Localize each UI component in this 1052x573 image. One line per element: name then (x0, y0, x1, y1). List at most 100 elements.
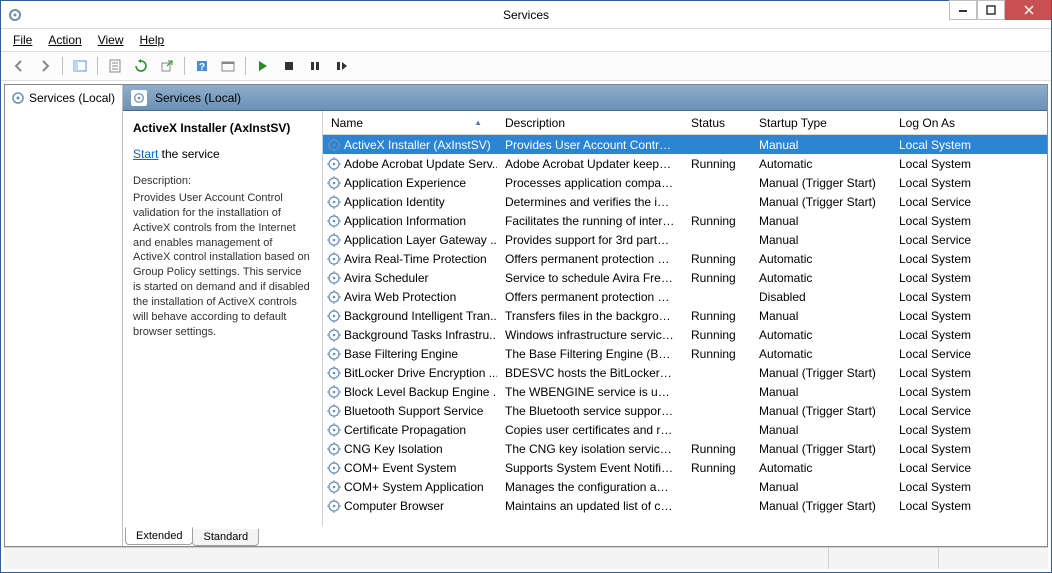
export-button[interactable] (155, 54, 179, 78)
service-row[interactable]: Bluetooth Support ServiceThe Bluetooth s… (323, 401, 1047, 420)
properties-button[interactable] (103, 54, 127, 78)
service-startup-type: Manual (751, 423, 891, 437)
service-description: Supports System Event Notificat... (497, 461, 683, 475)
service-row[interactable]: ActiveX Installer (AxInstSV)Provides Use… (323, 135, 1047, 154)
column-status[interactable]: Status (683, 111, 751, 134)
service-startup-type: Disabled (751, 290, 891, 304)
service-startup-type: Automatic (751, 347, 891, 361)
service-logon: Local System (891, 423, 1011, 437)
column-startup-type[interactable]: Startup Type (751, 111, 891, 134)
service-row[interactable]: Avira Web ProtectionOffers permanent pro… (323, 287, 1047, 306)
service-status: Running (683, 214, 751, 228)
service-row[interactable]: Block Level Backup Engine ...The WBENGIN… (323, 382, 1047, 401)
service-row[interactable]: Application InformationFacilitates the r… (323, 211, 1047, 230)
list-body[interactable]: ActiveX Installer (AxInstSV)Provides Use… (323, 135, 1047, 527)
service-status: Running (683, 442, 751, 456)
window-controls (949, 1, 1051, 28)
service-logon: Local System (891, 499, 1011, 513)
service-row[interactable]: Application ExperienceProcesses applicat… (323, 173, 1047, 192)
start-service-link[interactable]: Start (133, 147, 158, 161)
service-row[interactable]: Certificate Propagation Copies user certi… (323, 420, 1047, 439)
service-description: Windows infrastructure service t... (497, 328, 683, 342)
service-logon: Local Service (891, 195, 1011, 209)
service-startup-type: Manual (Trigger Start) (751, 499, 891, 513)
service-logon: Local System (891, 271, 1011, 285)
service-name: Certificate Propagation (344, 423, 466, 437)
service-description: Copies user certificates and root... (497, 423, 683, 437)
gear-icon (327, 214, 341, 228)
service-row[interactable]: Computer BrowserMaintains an updated lis… (323, 496, 1047, 515)
help-button[interactable]: ? (190, 54, 214, 78)
service-logon: Local System (891, 366, 1011, 380)
maximize-button[interactable] (977, 0, 1005, 20)
service-row[interactable]: Background Tasks Infrastru...Windows inf… (323, 325, 1047, 344)
menu-action[interactable]: Action (42, 31, 87, 49)
service-row[interactable]: COM+ System ApplicationManages the confi… (323, 477, 1047, 496)
service-name: Background Tasks Infrastru... (344, 328, 497, 342)
description-text: Provides User Account Control validation… (133, 191, 310, 339)
close-button[interactable] (1005, 0, 1051, 20)
service-logon: Local System (891, 157, 1011, 171)
service-row[interactable]: Application Layer Gateway ...Provides su… (323, 230, 1047, 249)
service-logon: Local System (891, 252, 1011, 266)
service-row[interactable]: BitLocker Drive Encryption ...BDESVC hos… (323, 363, 1047, 382)
tree-item-services-local[interactable]: Services (Local) (7, 89, 120, 107)
gear-icon (131, 90, 147, 106)
column-description[interactable]: Description (497, 111, 683, 134)
service-description: Provides support for 3rd party p... (497, 233, 683, 247)
service-name: COM+ Event System (344, 461, 456, 475)
service-name: Application Identity (344, 195, 445, 209)
tab-standard[interactable]: Standard (192, 529, 259, 546)
pause-service-button[interactable] (303, 54, 327, 78)
separator (62, 57, 63, 75)
gear-icon (327, 385, 341, 399)
menu-view[interactable]: View (92, 31, 130, 49)
svg-text:?: ? (199, 62, 205, 73)
column-name[interactable]: Name▲ (323, 111, 497, 134)
service-row[interactable]: Adobe Acrobat Update Serv...Adobe Acroba… (323, 154, 1047, 173)
service-logon: Local System (891, 480, 1011, 494)
tab-extended[interactable]: Extended (125, 527, 193, 545)
service-name: Application Information (344, 214, 466, 228)
refresh-button[interactable] (129, 54, 153, 78)
service-startup-type: Automatic (751, 271, 891, 285)
minimize-button[interactable] (949, 0, 977, 20)
service-status: Running (683, 328, 751, 342)
service-description: The Bluetooth service supports ... (497, 404, 683, 418)
dialog-button[interactable] (216, 54, 240, 78)
gear-icon (327, 347, 341, 361)
gear-icon (327, 423, 341, 437)
menu-help[interactable]: Help (134, 31, 171, 49)
show-hide-tree-button[interactable] (68, 54, 92, 78)
service-startup-type: Manual (Trigger Start) (751, 404, 891, 418)
content: ActiveX Installer (AxInstSV) Start the s… (123, 111, 1047, 527)
service-description: The Base Filtering Engine (BFE) i... (497, 347, 683, 361)
stop-service-button[interactable] (277, 54, 301, 78)
forward-button[interactable] (33, 54, 57, 78)
service-row[interactable]: CNG Key IsolationThe CNG key isolation s… (323, 439, 1047, 458)
service-name: Avira Scheduler (344, 271, 429, 285)
menubar: File Action View Help (1, 29, 1051, 51)
tree-pane: Services (Local) (5, 85, 123, 546)
service-row[interactable]: Application Identity Determines and verif… (323, 192, 1047, 211)
service-row[interactable]: Base Filtering EngineThe Base Filtering … (323, 344, 1047, 363)
service-row[interactable]: COM+ Event System Supports System Event N… (323, 458, 1047, 477)
service-startup-type: Manual (751, 385, 891, 399)
service-startup-type: Manual (Trigger Start) (751, 176, 891, 190)
column-log-on-as[interactable]: Log On As (891, 111, 1011, 134)
gear-icon (327, 176, 341, 190)
back-button[interactable] (7, 54, 31, 78)
service-description: Determines and verifies the iden... (497, 195, 683, 209)
service-row[interactable]: Avira Real-Time ProtectionOffers permane… (323, 249, 1047, 268)
service-row[interactable]: Avira SchedulerService to schedule Avira… (323, 268, 1047, 287)
service-name: Application Layer Gateway ... (344, 233, 497, 247)
list-pane: Name▲ Description Status Startup Type Lo… (323, 111, 1047, 527)
service-logon: Local System (891, 176, 1011, 190)
gear-icon (327, 309, 341, 323)
service-name: Application Experience (344, 176, 466, 190)
menu-file[interactable]: File (7, 31, 38, 49)
restart-service-button[interactable] (329, 54, 353, 78)
service-status: Running (683, 461, 751, 475)
start-service-button[interactable] (251, 54, 275, 78)
service-row[interactable]: Background Intelligent Tran...Transfers … (323, 306, 1047, 325)
